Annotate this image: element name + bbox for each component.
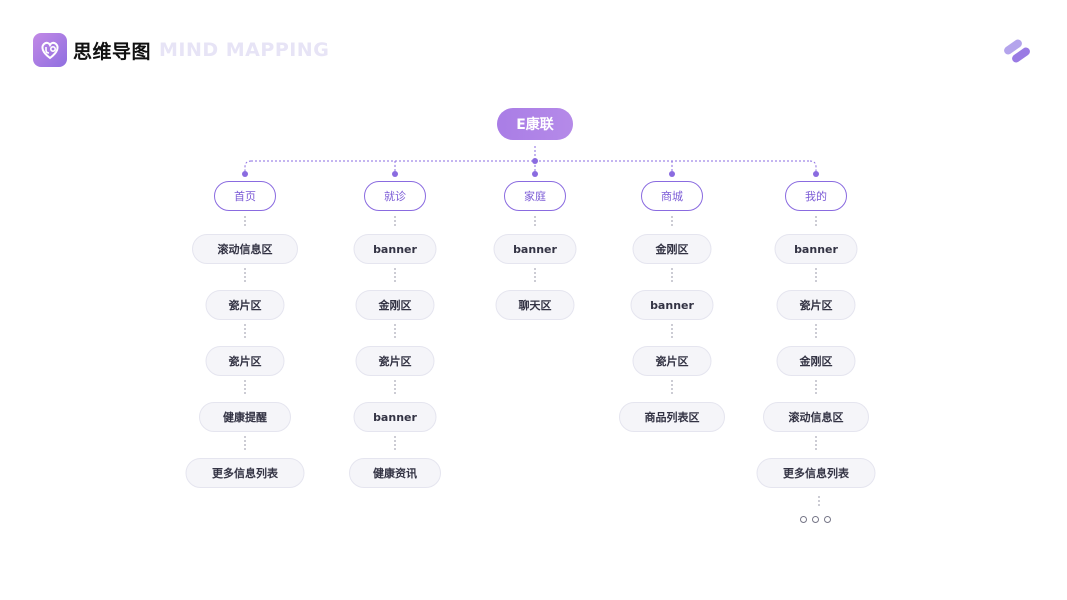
leaf-node: 更多信息列表: [756, 458, 876, 488]
root-node: E康联: [497, 108, 573, 140]
category-node: 就诊: [364, 181, 426, 211]
category-node: 我的: [785, 181, 847, 211]
leaf-node: 健康提醒: [199, 402, 291, 432]
leaf-node: 瓷片区: [205, 346, 285, 376]
category-dot: [669, 171, 675, 177]
leaf-node: 聊天区: [495, 290, 575, 320]
mind-map: E康联 首页 滚动信息区 瓷片区 瓷片区 健康提醒 更多信息列表 就诊 banner 金刚区 瓷片…: [0, 0, 1067, 600]
leaf-node: banner: [774, 234, 858, 264]
leaf-node: banner: [353, 402, 437, 432]
leaf-node: 滚动信息区: [192, 234, 298, 264]
leaf-node: 金刚区: [776, 346, 856, 376]
leaf-node: 更多信息列表: [185, 458, 305, 488]
category-dot: [532, 171, 538, 177]
leaf-node: 滚动信息区: [763, 402, 869, 432]
leaf-node: 瓷片区: [776, 290, 856, 320]
category-dot: [392, 171, 398, 177]
leaf-node: 瓷片区: [205, 290, 285, 320]
category-dot: [242, 171, 248, 177]
category-dot: [813, 171, 819, 177]
leaf-node: banner: [353, 234, 437, 264]
leaf-node: banner: [630, 290, 714, 320]
category-node: 首页: [214, 181, 276, 211]
ellipsis-circles-icon: [800, 516, 831, 523]
category-node: 商城: [641, 181, 703, 211]
leaf-node: 金刚区: [355, 290, 435, 320]
leaf-node: 瓷片区: [355, 346, 435, 376]
leaf-node: 瓷片区: [632, 346, 712, 376]
leaf-node: 商品列表区: [619, 402, 725, 432]
category-node: 家庭: [504, 181, 566, 211]
leaf-node: 金刚区: [632, 234, 712, 264]
leaf-node: 健康资讯: [349, 458, 441, 488]
leaf-node: banner: [493, 234, 577, 264]
